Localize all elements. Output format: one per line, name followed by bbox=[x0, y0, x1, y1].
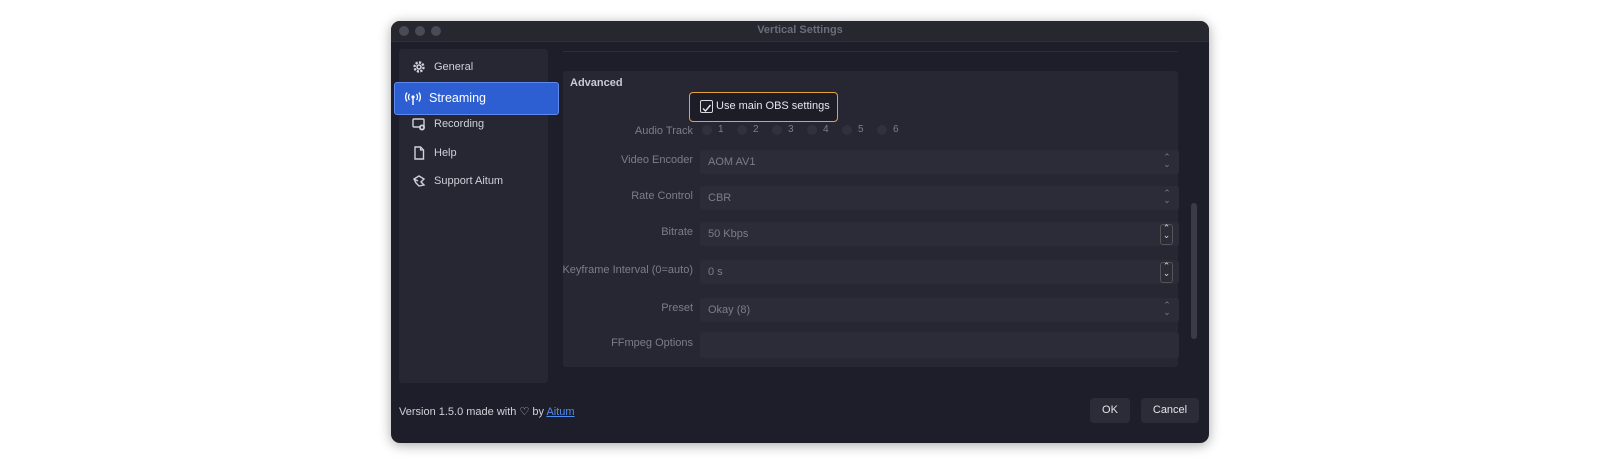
radio-label: 4 bbox=[823, 124, 829, 135]
radio-label: 2 bbox=[753, 124, 759, 135]
sidebar-item-general[interactable]: General bbox=[394, 52, 557, 83]
audio-track-radio-6[interactable] bbox=[877, 125, 887, 135]
preset-select[interactable]: Okay (8) ⌃ ⌄ bbox=[700, 298, 1179, 322]
keyframe-interval-label: Keyframe Interval (0=auto) bbox=[562, 264, 693, 276]
rate-control-value: CBR bbox=[708, 192, 732, 204]
version-text: Version 1.5.0 made with ♡ by Aitum bbox=[399, 405, 575, 418]
stepper-arrows-icon[interactable]: ⌃ ⌄ bbox=[1160, 224, 1173, 245]
sidebar-item-label: General bbox=[434, 61, 474, 73]
divider bbox=[563, 51, 1178, 52]
preset-label: Preset bbox=[661, 302, 693, 314]
keyframe-interval-spinbox[interactable]: 0 s ⌃ ⌄ bbox=[700, 260, 1179, 284]
bitrate-spinbox[interactable]: 50 Kbps ⌃ ⌄ bbox=[700, 222, 1179, 246]
recording-icon bbox=[412, 117, 426, 131]
sidebar-item-label: Help bbox=[434, 147, 457, 159]
select-arrows-icon: ⌃ ⌄ bbox=[1163, 188, 1171, 205]
aitum-link[interactable]: Aitum bbox=[546, 406, 574, 418]
radio-label: 6 bbox=[893, 124, 899, 135]
sidebar-item-label: Support Aitum bbox=[434, 175, 504, 187]
ok-button[interactable]: OK bbox=[1090, 398, 1130, 423]
radio-label: 3 bbox=[788, 124, 794, 135]
sidebar-item-help[interactable]: Help bbox=[394, 138, 557, 169]
audio-track-label: Audio Track bbox=[634, 125, 693, 137]
select-arrows-icon: ⌃ ⌄ bbox=[1163, 152, 1171, 169]
sidebar-item-support-aitum[interactable]: Support Aitum bbox=[394, 166, 557, 197]
ffmpeg-options-input[interactable] bbox=[700, 332, 1179, 358]
window-title: Vertical Settings bbox=[757, 24, 843, 36]
advanced-panel bbox=[563, 71, 1178, 367]
audio-track-radio-3[interactable] bbox=[772, 125, 782, 135]
gear-icon bbox=[412, 60, 426, 74]
video-encoder-select[interactable]: AOM AV1 ⌃ ⌄ bbox=[700, 150, 1179, 174]
select-arrows-icon: ⌃ ⌄ bbox=[1163, 300, 1171, 317]
bitrate-value: 50 Kbps bbox=[708, 228, 749, 240]
video-encoder-value: AOM AV1 bbox=[708, 156, 756, 168]
sidebar-item-label: Recording bbox=[434, 118, 485, 130]
preset-value: Okay (8) bbox=[708, 304, 751, 316]
sidebar-item-recording[interactable]: Recording bbox=[394, 109, 557, 140]
sidebar-item-label: Streaming bbox=[429, 91, 486, 105]
checkbox-checked-icon bbox=[700, 100, 713, 113]
bitrate-label: Bitrate bbox=[661, 226, 693, 238]
audio-track-radio-1[interactable] bbox=[702, 125, 712, 135]
version-label: Version 1.5.0 made with ♡ by bbox=[399, 406, 544, 418]
support-icon bbox=[412, 174, 426, 188]
audio-track-radio-2[interactable] bbox=[737, 125, 747, 135]
rate-control-label: Rate Control bbox=[631, 190, 693, 202]
antenna-icon bbox=[405, 92, 421, 106]
section-title-advanced: Advanced bbox=[570, 77, 623, 89]
radio-label: 5 bbox=[858, 124, 864, 135]
checkbox-label: Use main OBS settings bbox=[716, 100, 830, 112]
use-main-obs-settings-checkbox[interactable]: Use main OBS settings bbox=[689, 92, 838, 122]
document-icon bbox=[412, 146, 426, 160]
keyframe-interval-value: 0 s bbox=[708, 266, 723, 278]
scrollbar[interactable] bbox=[1191, 203, 1197, 339]
ffmpeg-options-label: FFmpeg Options bbox=[611, 337, 693, 349]
video-encoder-label: Video Encoder bbox=[621, 154, 693, 166]
audio-track-radio-5[interactable] bbox=[842, 125, 852, 135]
radio-label: 1 bbox=[718, 124, 724, 135]
audio-track-radio-4[interactable] bbox=[807, 125, 817, 135]
rate-control-select[interactable]: CBR ⌃ ⌄ bbox=[700, 186, 1179, 210]
stepper-arrows-icon[interactable]: ⌃ ⌄ bbox=[1160, 262, 1173, 283]
title-bar: Vertical Settings bbox=[391, 21, 1209, 42]
cancel-button[interactable]: Cancel bbox=[1141, 398, 1199, 423]
